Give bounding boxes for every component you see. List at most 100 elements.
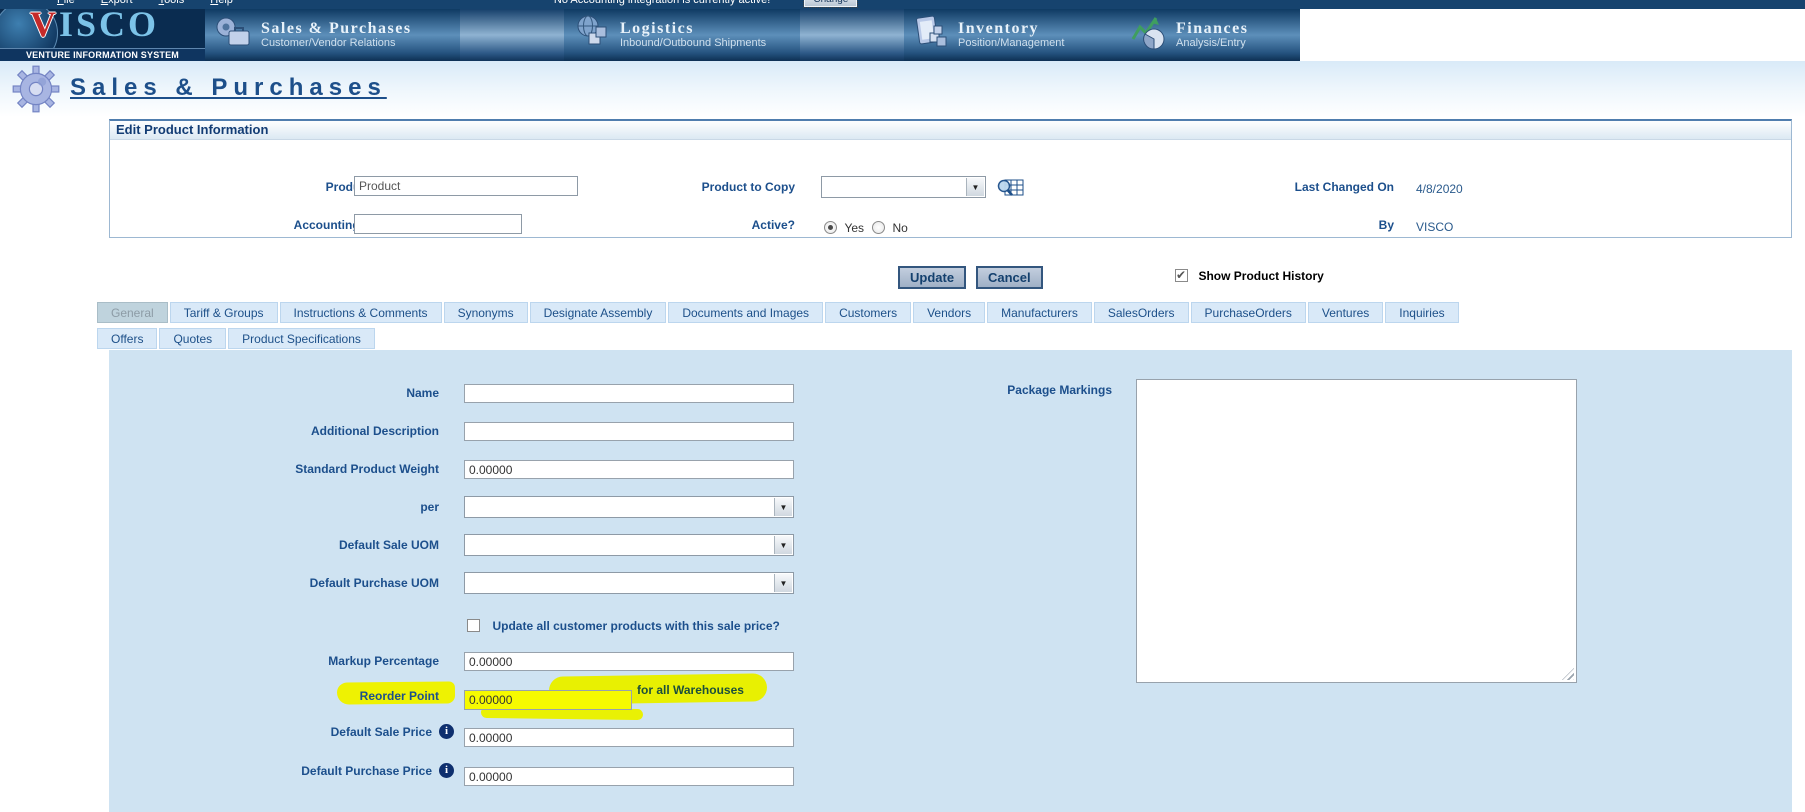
tab-manufacturers[interactable]: Manufacturers xyxy=(987,302,1092,323)
active-no-radio[interactable]: No xyxy=(872,219,908,237)
additional-description-input[interactable] xyxy=(464,422,794,441)
product-to-copy-select[interactable]: ▼ xyxy=(821,176,986,198)
active-label: Active? xyxy=(751,218,795,232)
nav-tile-subtitle: Inbound/Outbound Shipments xyxy=(620,37,767,49)
tab-quotes[interactable]: Quotes xyxy=(159,328,227,349)
tab-row-2: Offers Quotes Product Specifications xyxy=(97,328,375,349)
accounting-key-input[interactable] xyxy=(354,214,522,234)
tab-customers[interactable]: Customers xyxy=(825,302,912,323)
menu-bar: File Export Tools Help No Accounting int… xyxy=(0,0,1805,9)
nav-tile-subtitle: Customer/Vendor Relations xyxy=(261,37,396,49)
accounting-status-message: No Accounting integration is currently a… xyxy=(553,0,771,6)
nav-tile-title: Sales & Purchases xyxy=(261,20,412,37)
tab-tariff-groups[interactable]: Tariff & Groups xyxy=(169,302,278,323)
tab-instructions-comments[interactable]: Instructions & Comments xyxy=(279,302,442,323)
default-sale-price-input[interactable] xyxy=(464,728,794,747)
update-all-customer-products-checkbox[interactable]: Update all customer products with this s… xyxy=(467,617,780,635)
show-product-history-label: Show Product History xyxy=(1198,269,1324,283)
menu-export[interactable]: Export xyxy=(101,0,133,6)
clipboard-boxes-icon xyxy=(912,13,952,58)
accounting-change-button[interactable]: Change xyxy=(803,0,859,8)
default-sale-price-label-group: Default Sale Price i xyxy=(109,724,454,739)
tab-product-specifications[interactable]: Product Specifications xyxy=(228,328,375,349)
default-sale-uom-label: Default Sale UOM xyxy=(338,538,439,552)
default-sale-price-label: Default Sale Price xyxy=(330,724,432,739)
main-nav-band: VISCO VENTURE INFORMATION SYSTEM Sales &… xyxy=(0,9,1300,61)
standard-product-weight-label: Standard Product Weight xyxy=(295,462,439,476)
chevron-down-icon[interactable]: ▼ xyxy=(774,574,792,592)
nav-tile-sales-purchases[interactable]: Sales & Purchases Customer/Vendor Relati… xyxy=(205,9,460,61)
for-all-warehouses-note: for all Warehouses xyxy=(637,683,744,697)
info-icon[interactable]: i xyxy=(439,724,454,739)
product-id-input[interactable] xyxy=(354,176,578,196)
brand-name: VISCO xyxy=(30,9,160,44)
info-icon[interactable]: i xyxy=(439,763,454,778)
tab-purchaseorders[interactable]: PurchaseOrders xyxy=(1190,302,1306,323)
menu-help[interactable]: Help xyxy=(210,0,233,6)
tab-synonyms[interactable]: Synonyms xyxy=(443,302,528,323)
tab-ventures[interactable]: Ventures xyxy=(1307,302,1384,323)
by-value: VISCO xyxy=(1416,220,1454,234)
standard-product-weight-input[interactable] xyxy=(464,460,794,479)
markup-percentage-input[interactable] xyxy=(464,652,794,671)
tab-designate-assembly[interactable]: Designate Assembly xyxy=(529,302,667,323)
checkbox-icon[interactable] xyxy=(1175,268,1188,283)
nav-tile-inventory[interactable]: Inventory Position/Management xyxy=(904,9,1122,61)
nav-tile-subtitle: Analysis/Entry xyxy=(1176,37,1246,49)
show-product-history-checkbox[interactable]: Show Product History xyxy=(1175,267,1324,285)
default-purchase-uom-select[interactable]: ▼ xyxy=(464,572,794,594)
tab-general[interactable]: General xyxy=(97,302,168,323)
menu-file[interactable]: File xyxy=(57,0,75,6)
update-all-customer-products-label: Update all customer products with this s… xyxy=(492,619,780,633)
menu-tools[interactable]: Tools xyxy=(159,0,185,6)
nav-tile-logistics[interactable]: Logistics Inbound/Outbound Shipments xyxy=(564,9,800,61)
radio-yes[interactable] xyxy=(824,221,837,235)
reorder-point-input[interactable] xyxy=(464,690,632,710)
tab-offers[interactable]: Offers xyxy=(97,328,158,349)
nav-tile-subtitle: Position/Management xyxy=(958,37,1065,49)
visco-logo[interactable]: VISCO VENTURE INFORMATION SYSTEM xyxy=(0,9,205,61)
default-purchase-uom-label: Default Purchase UOM xyxy=(309,576,439,590)
chevron-down-icon[interactable]: ▼ xyxy=(966,178,984,196)
checkbox-icon[interactable] xyxy=(467,619,480,633)
package-markings-label: Package Markings xyxy=(1007,383,1112,397)
brand-tagline: VENTURE INFORMATION SYSTEM xyxy=(0,48,205,61)
tab-documents-images[interactable]: Documents and Images xyxy=(668,302,824,323)
accounting-key-label: Accounting Key xyxy=(293,218,385,232)
name-label: Name xyxy=(406,386,439,400)
nav-tile-finances[interactable]: Finances Analysis/Entry xyxy=(1122,9,1300,61)
by-label: By xyxy=(1378,218,1394,232)
visco-app-window: File Export Tools Help No Accounting int… xyxy=(0,0,1805,812)
last-changed-on-label: Last Changed On xyxy=(1294,180,1394,194)
additional-description-label: Additional Description xyxy=(310,424,439,438)
tab-row-1: General Tariff & Groups Instructions & C… xyxy=(97,302,1459,323)
radio-no[interactable] xyxy=(872,221,885,235)
chart-pie-icon xyxy=(1130,13,1170,58)
tab-inquiries[interactable]: Inquiries xyxy=(1385,302,1459,323)
nav-tile-title: Finances xyxy=(1176,20,1249,37)
panel-title: Edit Product Information xyxy=(110,121,1791,140)
gears-briefcase-icon xyxy=(213,13,255,58)
default-purchase-price-label: Default Purchase Price xyxy=(301,763,432,778)
default-sale-uom-select[interactable]: ▼ xyxy=(464,534,794,556)
cancel-button[interactable]: Cancel xyxy=(976,266,1043,289)
product-id-label: Product Id xyxy=(325,180,385,194)
general-tab-content: Name Additional Description Standard Pro… xyxy=(109,350,1792,812)
name-input[interactable] xyxy=(464,384,794,403)
chevron-down-icon[interactable]: ▼ xyxy=(774,536,792,554)
product-to-copy-label: Product to Copy xyxy=(701,180,795,194)
active-yes-radio[interactable]: Yes xyxy=(824,219,864,237)
tab-vendors[interactable]: Vendors xyxy=(913,302,986,323)
gear-icon xyxy=(12,65,60,118)
default-purchase-price-input[interactable] xyxy=(464,767,794,786)
globe-boxes-icon xyxy=(572,13,614,58)
package-markings-textarea[interactable] xyxy=(1136,379,1577,683)
page-title: Sales & Purchases xyxy=(70,74,387,101)
tab-salesorders[interactable]: SalesOrders xyxy=(1093,302,1189,323)
product-lookup-icon[interactable] xyxy=(996,178,1024,202)
per-select[interactable]: ▼ xyxy=(464,496,794,518)
update-button[interactable]: Update xyxy=(898,266,967,289)
chevron-down-icon[interactable]: ▼ xyxy=(774,498,792,516)
edit-product-panel: Edit Product Information Product Id Acco… xyxy=(109,119,1792,238)
markup-percentage-label: Markup Percentage xyxy=(328,654,439,668)
